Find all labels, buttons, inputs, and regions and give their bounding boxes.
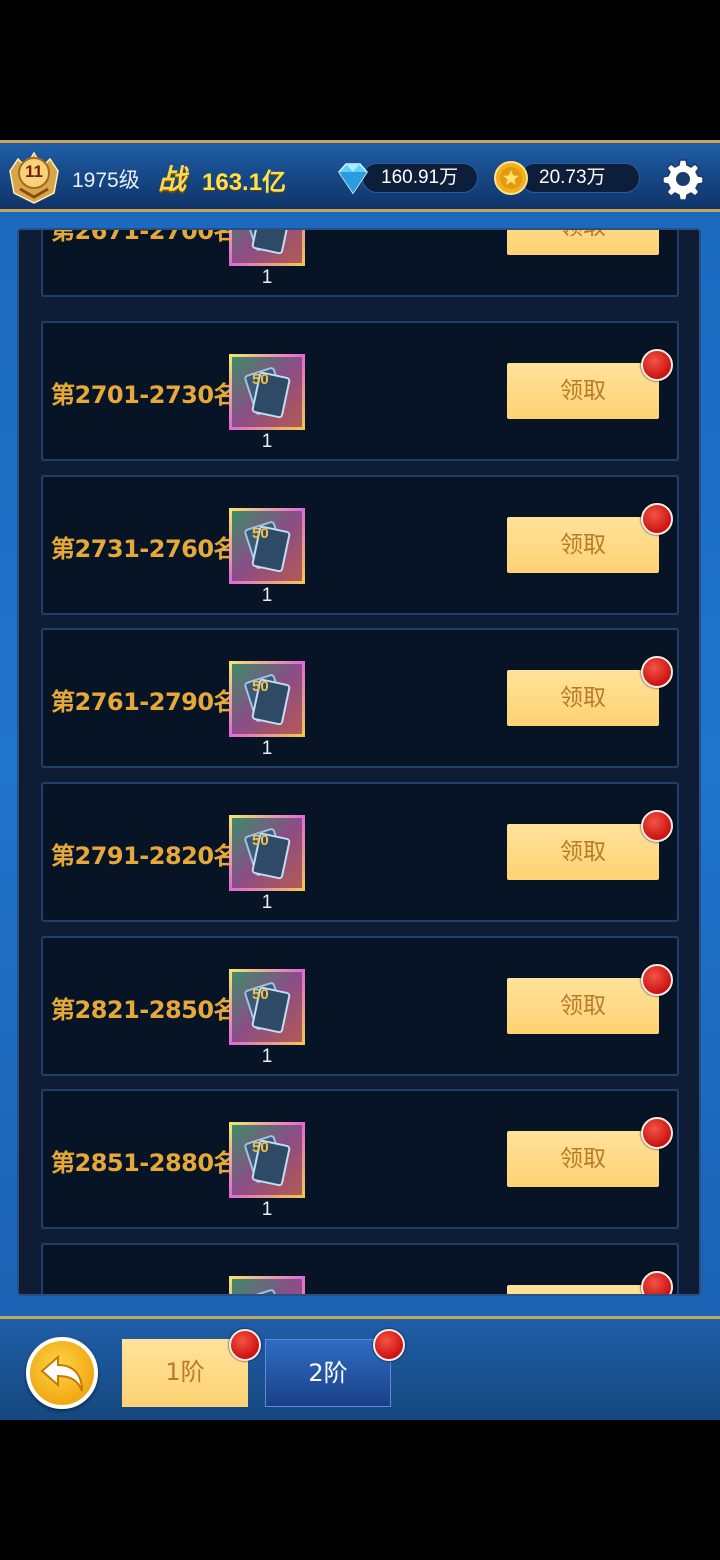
gold-amount: 20.73万 (539, 167, 606, 188)
claim-button[interactable] (507, 1285, 659, 1294)
card-pack-icon (244, 828, 291, 880)
claim-button[interactable]: 领取 (507, 978, 659, 1034)
level-badge[interactable]: 11 (6, 149, 62, 205)
reward-row: 第2821-2850名 50 1 领取 (41, 936, 679, 1076)
notification-dot (641, 349, 673, 381)
power-label: 战 (158, 163, 187, 196)
rank-range: 第2761-2790名 (51, 688, 238, 716)
card-pack-icon (244, 1135, 291, 1187)
notification-dot (641, 964, 673, 996)
card-pack-icon (244, 982, 291, 1034)
claim-button[interactable]: 领取 (507, 517, 659, 573)
claim-button[interactable]: 领取 (507, 363, 659, 419)
item-badge: 50 (252, 832, 269, 849)
gold-balance[interactable]: 20.73万 (520, 163, 640, 193)
rank-range: 第2791-2820名 (51, 842, 238, 870)
reward-row: 第2761-2790名 50 1 领取 (41, 628, 679, 768)
card-pack-icon (244, 367, 291, 419)
diamond-icon (338, 163, 368, 195)
reward-row: 第2791-2820名 50 1 领取 (41, 782, 679, 922)
reward-quantity: 1 (261, 431, 273, 452)
claim-button[interactable]: 领取 (507, 1131, 659, 1187)
notification-dot (641, 1271, 673, 1294)
reward-item[interactable]: 50 (229, 969, 305, 1045)
card-pack-icon (244, 521, 291, 573)
gear-icon[interactable] (661, 157, 705, 201)
claim-button[interactable]: 领取 (507, 824, 659, 880)
notification-dot (641, 656, 673, 688)
reward-quantity: 1 (261, 892, 273, 913)
notification-dot (641, 503, 673, 535)
reward-quantity: 1 (261, 738, 273, 759)
claim-button[interactable]: 领取 (507, 670, 659, 726)
back-button[interactable] (26, 1337, 98, 1409)
reward-quantity: 1 (261, 1199, 273, 1220)
reward-item[interactable]: 50 (229, 661, 305, 737)
notification-dot (641, 810, 673, 842)
gold-coin-icon (494, 161, 528, 195)
card-pack-icon (244, 674, 291, 726)
card-pack-icon (244, 230, 291, 255)
reward-row (41, 1243, 679, 1294)
reward-quantity: 1 (261, 585, 273, 606)
rank-range: 第2821-2850名 (51, 996, 238, 1024)
player-level-number: 11 (25, 162, 43, 181)
gem-amount: 160.91万 (381, 167, 459, 188)
notification-dot (641, 1117, 673, 1149)
claim-button[interactable]: 领取 (507, 230, 659, 255)
item-badge: 50 (252, 371, 269, 388)
account-level: 1975级 (72, 169, 140, 192)
item-badge: 50 (252, 1139, 269, 1156)
notification-dot (373, 1329, 405, 1361)
item-badge: 50 (252, 678, 269, 695)
gem-balance[interactable]: 160.91万 (362, 163, 478, 193)
reward-row: 第2701-2730名 50 1 领取 (41, 321, 679, 461)
notification-dot (229, 1329, 261, 1361)
rank-range: 第2701-2730名 (51, 381, 238, 409)
reward-item[interactable]: 50 (229, 508, 305, 584)
rank-range: 第2671-2700名 (51, 228, 238, 245)
card-pack-icon (244, 1289, 291, 1294)
reward-row: 第2671-2700名 50 1 领取 (41, 228, 679, 297)
reward-quantity: 1 (261, 267, 273, 288)
bottom-nav-bar: 1阶 2阶 (0, 1316, 720, 1420)
item-badge: 50 (252, 986, 269, 1003)
reward-list-panel[interactable]: 第2671-2700名 50 1 领取 第2701-2730名 50 1 (17, 228, 701, 1296)
reward-item[interactable] (229, 1276, 305, 1294)
back-arrow-icon (40, 1354, 83, 1392)
combat-power-value: 163.1亿 (202, 169, 287, 196)
tab-tier-2[interactable]: 2阶 (265, 1339, 391, 1407)
reward-row: 第2731-2760名 50 1 领取 (41, 475, 679, 615)
reward-row: 第2851-2880名 50 1 领取 (41, 1089, 679, 1229)
rank-range: 第2851-2880名 (51, 1149, 238, 1177)
top-status-bar: 11 1975级 战 163.1亿 160.91万 20.73万 (0, 140, 720, 212)
reward-item[interactable]: 50 (229, 1122, 305, 1198)
reward-quantity: 1 (261, 1046, 273, 1067)
reward-item[interactable]: 50 (229, 354, 305, 430)
reward-item[interactable]: 50 (229, 230, 305, 266)
item-badge: 50 (252, 525, 269, 542)
rank-range: 第2731-2760名 (51, 535, 238, 563)
reward-item[interactable]: 50 (229, 815, 305, 891)
